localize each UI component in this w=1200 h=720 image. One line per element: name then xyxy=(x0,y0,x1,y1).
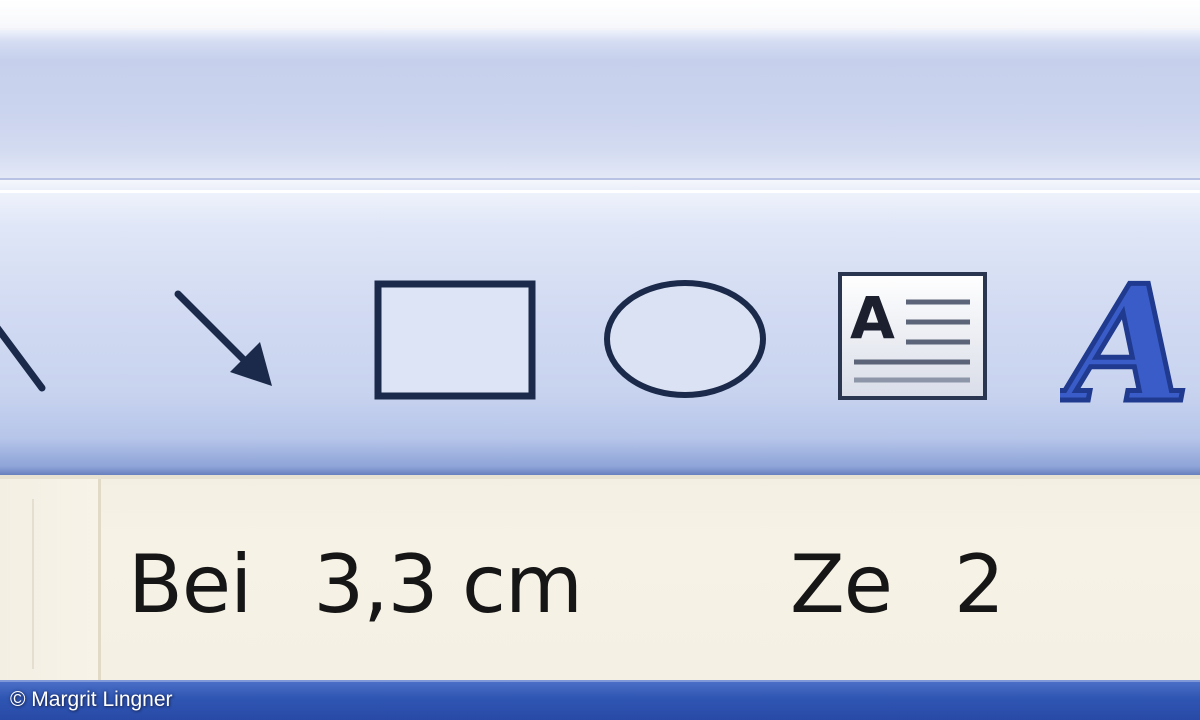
status-pane-page xyxy=(0,479,101,684)
oval-tool-button[interactable] xyxy=(598,272,773,407)
rectangle-icon xyxy=(368,272,543,407)
status-position-label: Bei xyxy=(128,538,252,631)
text-box-glyph: A xyxy=(850,284,895,352)
line-icon xyxy=(0,300,60,410)
line-tool-button[interactable] xyxy=(0,300,60,410)
arrow-icon xyxy=(160,278,285,398)
text-box-tool-button[interactable]: A xyxy=(830,266,995,406)
oval-icon xyxy=(598,272,773,407)
photo-credit: © Margrit Lingner xyxy=(10,688,173,711)
wordart-icon: A xyxy=(1060,262,1200,412)
status-line-value: 2 xyxy=(954,538,1005,631)
status-position-value: 3,3 cm xyxy=(313,538,583,631)
word-window-crop: A A Bei 3,3 cm Ze 2 © Margrit Lingner xyxy=(0,0,1200,720)
wordart-tool-button[interactable]: A xyxy=(1060,262,1200,412)
taskbar xyxy=(0,680,1200,720)
status-position: Bei 3,3 cm xyxy=(128,538,583,631)
upper-toolbar-band xyxy=(0,28,1200,180)
status-line-label: Ze xyxy=(790,538,893,631)
arrow-tool-button[interactable] xyxy=(160,278,285,398)
status-line: Ze 2 xyxy=(790,538,1005,631)
rectangle-tool-button[interactable] xyxy=(368,272,543,407)
wordart-glyph: A xyxy=(1060,262,1190,412)
document-area-edge xyxy=(0,0,1200,28)
text-box-icon: A xyxy=(830,266,995,406)
